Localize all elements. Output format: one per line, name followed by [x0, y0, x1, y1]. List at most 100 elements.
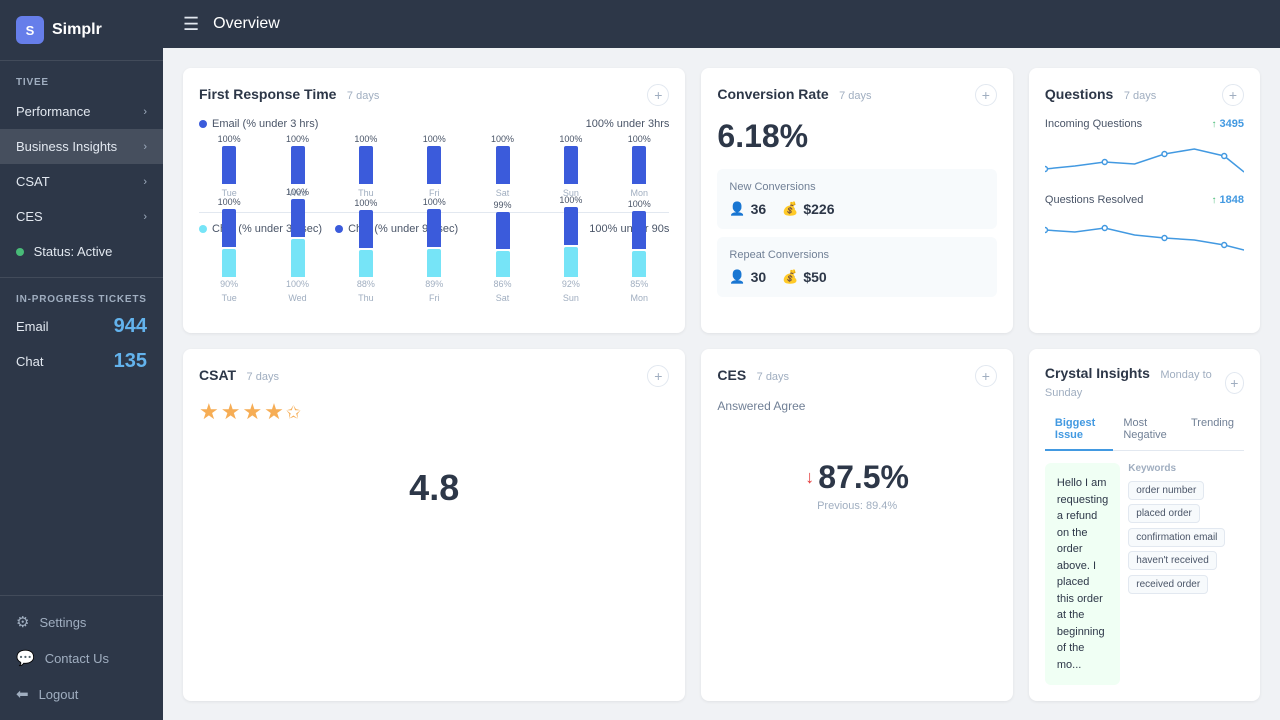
up-arrow-icon: ↑ — [1211, 119, 1216, 130]
contact-us-label: Contact Us — [45, 651, 109, 666]
bar-email-thu-fill — [359, 146, 373, 184]
settings-item[interactable]: ⚙ Settings — [0, 604, 163, 640]
ces-answered-label: Answered Agree — [717, 399, 997, 413]
bar-email-fri-fill — [427, 146, 441, 184]
email-legend-dot — [199, 120, 207, 128]
conversion-rate-value: 6.18% — [717, 118, 997, 155]
ces-percentage-row: ↓ 87.5% — [805, 459, 909, 496]
questions-title-group: Questions 7 days — [1045, 86, 1156, 104]
bar-email-mon: 100% Mon — [609, 134, 669, 198]
csat-card: CSAT 7 days + ★★★★✩ 4.8 — [183, 349, 685, 701]
sidebar-item-label: Business Insights — [16, 139, 117, 154]
status-value: Active — [77, 244, 112, 259]
repeat-conversion-count-value: 30 — [751, 269, 767, 285]
bar-chat-mon: 100% 85% Mon — [609, 199, 669, 303]
ticket-label-chat: Chat — [16, 354, 43, 369]
bar-chat-fri-30 — [427, 249, 441, 277]
csat-score: 4.8 — [199, 437, 669, 539]
hamburger-icon[interactable]: ☰ — [183, 14, 199, 35]
questions-expand-button[interactable]: + — [1222, 84, 1244, 106]
ces-title: CES — [717, 367, 746, 383]
sidebar-item-business-insights[interactable]: Business Insights › — [0, 129, 163, 164]
bar-chat-thu: 100% 88% Thu — [336, 198, 396, 303]
questions-title: Questions — [1045, 86, 1113, 102]
chevron-right-icon: › — [143, 141, 147, 153]
bar-chat-fri: 100% 89% Fri — [404, 197, 464, 303]
logo: S Simplr — [0, 0, 163, 61]
sidebar-item-label: CES — [16, 209, 43, 224]
first-response-card: First Response Time 7 days + Email (% un… — [183, 68, 685, 333]
up-arrow-resolved-icon: ↑ — [1211, 195, 1216, 206]
new-conversion-count-value: 36 — [751, 201, 767, 217]
frt-card-header: First Response Time 7 days + — [199, 84, 669, 106]
crystal-keywords-panel: Keywords order number placed order confi… — [1128, 463, 1244, 685]
crystal-title: Crystal Insights — [1045, 365, 1150, 381]
incoming-questions-value: ↑ 3495 — [1211, 118, 1244, 130]
ticket-row-chat: Chat 135 — [0, 344, 163, 379]
bar-email-sun-fill — [564, 146, 578, 184]
chat-bar-sat-wrap — [472, 212, 532, 277]
csat-expand-button[interactable]: + — [647, 365, 669, 387]
ces-down-arrow-icon: ↓ — [805, 467, 814, 488]
tab-biggest-issue[interactable]: Biggest Issue — [1045, 413, 1113, 451]
crystal-expand-button[interactable]: + — [1225, 372, 1244, 394]
keyword-order-number: order number — [1128, 481, 1204, 500]
chat-bar-fri-wrap — [404, 209, 464, 277]
tab-trending[interactable]: Trending — [1181, 413, 1244, 451]
questions-card: Questions 7 days + Incoming Questions ↑ … — [1029, 68, 1260, 333]
bar-chat-sun-30 — [564, 247, 578, 277]
bar-chat-sat-30 — [496, 251, 510, 277]
incoming-questions-label: Incoming Questions — [1045, 118, 1142, 130]
bar-email-sat-fill — [496, 146, 510, 184]
bar-chat-fri-90 — [427, 209, 441, 247]
gear-icon: ⚙ — [16, 613, 29, 631]
chevron-right-icon: › — [143, 106, 147, 118]
ces-expand-button[interactable]: + — [975, 365, 997, 387]
sidebar-item-ces[interactable]: CES › — [0, 199, 163, 234]
bar-chat-wed: 100% 100% Wed — [267, 187, 327, 303]
status-dot-icon — [16, 248, 24, 256]
bar-email-sun: 100% Sun — [541, 134, 601, 198]
ticket-count-email: 944 — [114, 315, 147, 338]
sidebar-item-performance[interactable]: Performance › — [0, 94, 163, 129]
conversion-expand-button[interactable]: + — [975, 84, 997, 106]
chevron-right-icon: › — [143, 176, 147, 188]
keyword-received-order: received order — [1128, 575, 1208, 594]
bar-chat-wed-90 — [291, 199, 305, 237]
tickets-section-label: IN-PROGRESS TICKETS — [0, 286, 163, 309]
frt-expand-button[interactable]: + — [647, 84, 669, 106]
frt-title: First Response Time — [199, 86, 336, 102]
ces-card: CES 7 days + Answered Agree ↓ 87.5% Prev… — [701, 349, 1013, 701]
sidebar-item-label: Performance — [16, 104, 90, 119]
email-legend-label: Email (% under 3 hrs) — [212, 118, 318, 130]
chat-bar-section: Chat (% under 30 sec) Chat (% under 90 s… — [199, 223, 669, 303]
email-bar-header: Email (% under 3 hrs) 100% under 3hrs — [199, 118, 669, 130]
sidebar-item-csat[interactable]: CSAT › — [0, 164, 163, 199]
keywords-title: Keywords — [1128, 463, 1244, 474]
sidebar-item-label: CSAT — [16, 174, 50, 189]
incoming-questions-chart — [1045, 134, 1244, 184]
tab-most-negative[interactable]: Most Negative — [1113, 413, 1181, 451]
status-label: Status: — [34, 244, 74, 259]
resolved-questions-label: Questions Resolved — [1045, 194, 1143, 206]
new-conversion-count: 👤 36 — [729, 201, 766, 217]
crystal-insights-card: Crystal Insights Monday to Sunday + Bigg… — [1029, 349, 1260, 701]
bar-email-tue-fill — [222, 146, 236, 184]
bar-email-sat: 100% Sat — [472, 134, 532, 198]
contact-us-item[interactable]: 💬 Contact Us — [0, 640, 163, 676]
new-conversions-box: New Conversions 👤 36 💰 $226 — [717, 169, 997, 229]
keywords-row-2: confirmation email haven't received — [1128, 528, 1244, 570]
email-summary: 100% under 3hrs — [586, 118, 670, 130]
logout-item[interactable]: ⬅ Logout — [0, 676, 163, 712]
bar-chat-tue: 100% 90% Tue — [199, 197, 259, 303]
csat-period: 7 days — [247, 371, 279, 383]
bar-email-fri: 100% Fri — [404, 134, 464, 198]
bar-email-mon-fill — [632, 146, 646, 184]
csat-card-header: CSAT 7 days + — [199, 365, 669, 387]
dollar-icon: 💰 — [782, 201, 798, 217]
bar-chat-wed-30 — [291, 239, 305, 277]
ces-metric-group: ↓ 87.5% Previous: 89.4% — [717, 429, 997, 522]
keywords-row-3: received order — [1128, 575, 1244, 594]
logout-label: Logout — [39, 687, 79, 702]
questions-card-header: Questions 7 days + — [1045, 84, 1244, 106]
